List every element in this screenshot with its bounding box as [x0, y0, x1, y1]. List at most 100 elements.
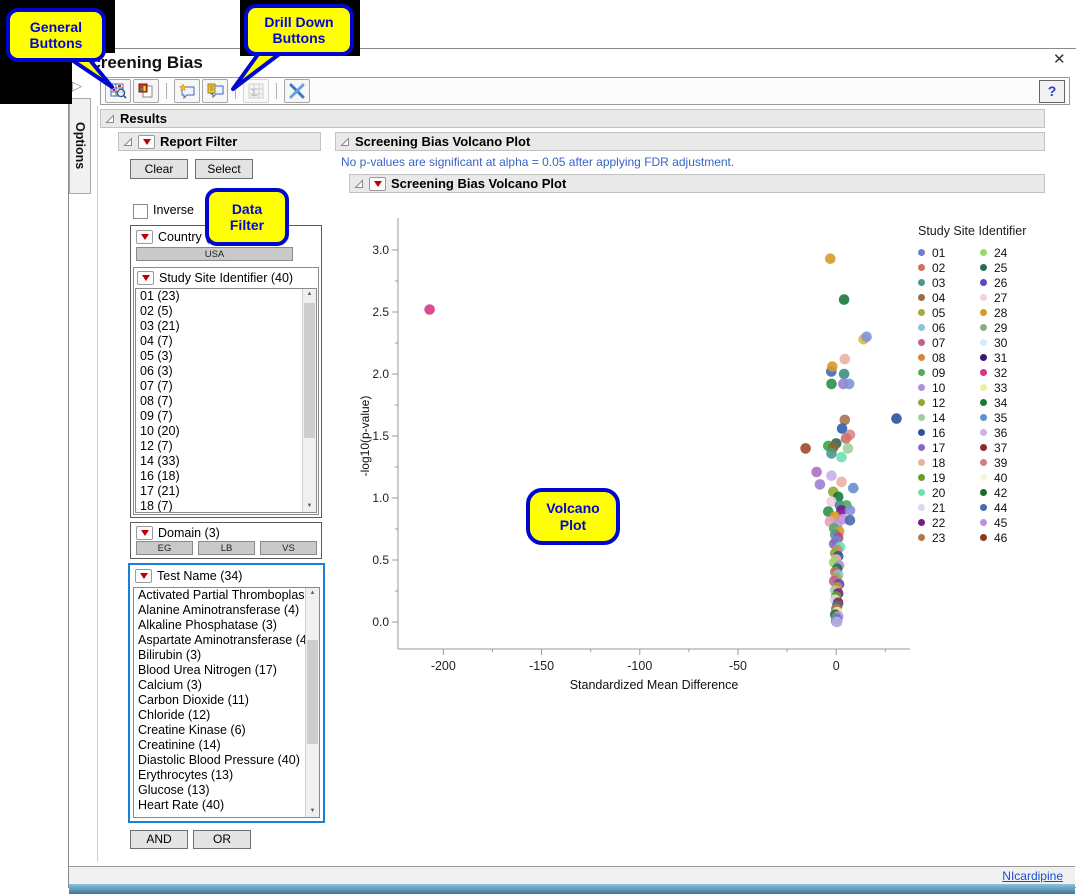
list-item[interactable]: 02 (5)	[136, 304, 303, 319]
list-item[interactable]: Calcium (3)	[134, 678, 306, 693]
inverse-checkbox[interactable]	[133, 204, 148, 219]
legend-item[interactable]: 25	[980, 260, 1042, 275]
list-item[interactable]: Alanine Aminotransferase (4)	[134, 603, 306, 618]
list-item[interactable]: Blood Urea Nitrogen (17)	[134, 663, 306, 678]
legend-item[interactable]: 20	[918, 485, 980, 500]
list-item[interactable]: 10 (20)	[136, 424, 303, 439]
legend-item[interactable]: 10	[918, 380, 980, 395]
clear-button[interactable]: Clear	[130, 159, 188, 179]
red-triangle-menu-icon[interactable]	[135, 569, 152, 583]
test-scrollbar[interactable]: ▲ ▼	[305, 588, 319, 817]
volcano-inner-header[interactable]: Screening Bias Volcano Plot	[349, 174, 1045, 193]
legend-item[interactable]: 07	[918, 335, 980, 350]
legend-item[interactable]: 04	[918, 290, 980, 305]
scrollbar-thumb[interactable]	[304, 303, 315, 438]
legend-item[interactable]: 16	[918, 425, 980, 440]
and-button[interactable]: AND	[130, 830, 188, 849]
volcano-section-header[interactable]: Screening Bias Volcano Plot	[335, 132, 1045, 151]
list-item[interactable]: Creatinine (14)	[134, 738, 306, 753]
domain-value-lb[interactable]: LB	[198, 541, 255, 555]
list-item[interactable]: Aspartate Aminotransferase (4	[134, 633, 306, 648]
legend-item[interactable]: 26	[980, 275, 1042, 290]
legend-item[interactable]: 12	[918, 395, 980, 410]
close-icon[interactable]: ✕	[1053, 50, 1066, 68]
list-item[interactable]: 14 (33)	[136, 454, 303, 469]
legend-item[interactable]: 06	[918, 320, 980, 335]
red-triangle-menu-icon[interactable]	[369, 177, 386, 191]
scroll-down-icon[interactable]: ▼	[306, 806, 319, 817]
list-item[interactable]: 08 (7)	[136, 394, 303, 409]
legend-item[interactable]: 14	[918, 410, 980, 425]
legend-item[interactable]: 45	[980, 515, 1042, 530]
list-item[interactable]: Heart Rate (40)	[134, 798, 306, 813]
legend-item[interactable]: 02	[918, 260, 980, 275]
legend-item[interactable]: 34	[980, 395, 1042, 410]
legend-item[interactable]: 28	[980, 305, 1042, 320]
copy-notes-button[interactable]	[202, 79, 228, 103]
expand-panel-icon[interactable]: ▷	[72, 78, 82, 94]
scrollbar-thumb[interactable]	[307, 640, 318, 744]
list-item[interactable]: 17 (21)	[136, 484, 303, 499]
legend-item[interactable]: 29	[980, 320, 1042, 335]
legend-item[interactable]: 37	[980, 440, 1042, 455]
red-triangle-menu-icon[interactable]	[137, 271, 154, 285]
legend-item[interactable]: 35	[980, 410, 1042, 425]
list-item[interactable]: 12 (7)	[136, 439, 303, 454]
list-item[interactable]: 07 (7)	[136, 379, 303, 394]
options-panel-tab[interactable]: Options	[69, 98, 91, 194]
results-header[interactable]: Results	[100, 109, 1045, 128]
red-triangle-menu-icon[interactable]	[136, 230, 153, 244]
list-item[interactable]: 06 (3)	[136, 364, 303, 379]
list-item[interactable]: Alkaline Phosphatase (3)	[134, 618, 306, 633]
legend-item[interactable]: 24	[980, 245, 1042, 260]
list-item[interactable]: Creatine Kinase (6)	[134, 723, 306, 738]
help-button[interactable]: ?	[1039, 80, 1065, 103]
list-item[interactable]: 04 (7)	[136, 334, 303, 349]
scroll-up-icon[interactable]: ▲	[303, 289, 316, 300]
red-triangle-menu-icon[interactable]	[136, 526, 153, 540]
legend-item[interactable]: 46	[980, 530, 1042, 545]
legend-item[interactable]: 33	[980, 380, 1042, 395]
legend-item[interactable]: 21	[918, 500, 980, 515]
legend-item[interactable]: 30	[980, 335, 1042, 350]
legend-item[interactable]: 19	[918, 470, 980, 485]
legend-item[interactable]: 39	[980, 455, 1042, 470]
legend-item[interactable]: 09	[918, 365, 980, 380]
list-item[interactable]: Erythrocytes (13)	[134, 768, 306, 783]
legend-item[interactable]: 05	[918, 305, 980, 320]
list-item[interactable]: 18 (7)	[136, 499, 303, 513]
list-item[interactable]: 05 (3)	[136, 349, 303, 364]
legend-item[interactable]: 36	[980, 425, 1042, 440]
legend-item[interactable]: 32	[980, 365, 1042, 380]
save-graph-button[interactable]	[133, 79, 159, 103]
list-item[interactable]: Chloride (12)	[134, 708, 306, 723]
report-filter-header[interactable]: Report Filter	[118, 132, 321, 151]
volcano-plot-canvas[interactable]: 0.00.51.01.52.02.53.0-200-150-100-500Sta…	[358, 212, 914, 696]
select-button[interactable]: Select	[195, 159, 253, 179]
domain-value-eg[interactable]: EG	[136, 541, 193, 555]
list-item[interactable]: 09 (7)	[136, 409, 303, 424]
domain-value-vs[interactable]: VS	[260, 541, 317, 555]
list-item[interactable]: Glucose (13)	[134, 783, 306, 798]
legend-item[interactable]: 31	[980, 350, 1042, 365]
legend-item[interactable]: 17	[918, 440, 980, 455]
legend-item[interactable]: 23	[918, 530, 980, 545]
red-triangle-menu-icon[interactable]	[138, 135, 155, 149]
report-options-button[interactable]	[105, 79, 131, 103]
legend-item[interactable]: 22	[918, 515, 980, 530]
or-button[interactable]: OR	[193, 830, 251, 849]
list-item[interactable]: 03 (21)	[136, 319, 303, 334]
list-item[interactable]: Diastolic Blood Pressure (40)	[134, 753, 306, 768]
site-scrollbar[interactable]: ▲ ▼	[302, 289, 316, 512]
list-item[interactable]: Carbon Dioxide (11)	[134, 693, 306, 708]
legend-item[interactable]: 18	[918, 455, 980, 470]
country-value-usa[interactable]: USA	[136, 247, 293, 261]
list-item[interactable]: Bilirubin (3)	[134, 648, 306, 663]
list-item[interactable]: 01 (23)	[136, 289, 303, 304]
list-item[interactable]: 16 (18)	[136, 469, 303, 484]
legend-item[interactable]: 08	[918, 350, 980, 365]
cross-plot-button[interactable]	[284, 79, 310, 103]
list-item[interactable]: Activated Partial Thromboplas	[134, 588, 306, 603]
study-link[interactable]: NIcardipine	[1002, 869, 1063, 883]
new-notes-button[interactable]	[174, 79, 200, 103]
